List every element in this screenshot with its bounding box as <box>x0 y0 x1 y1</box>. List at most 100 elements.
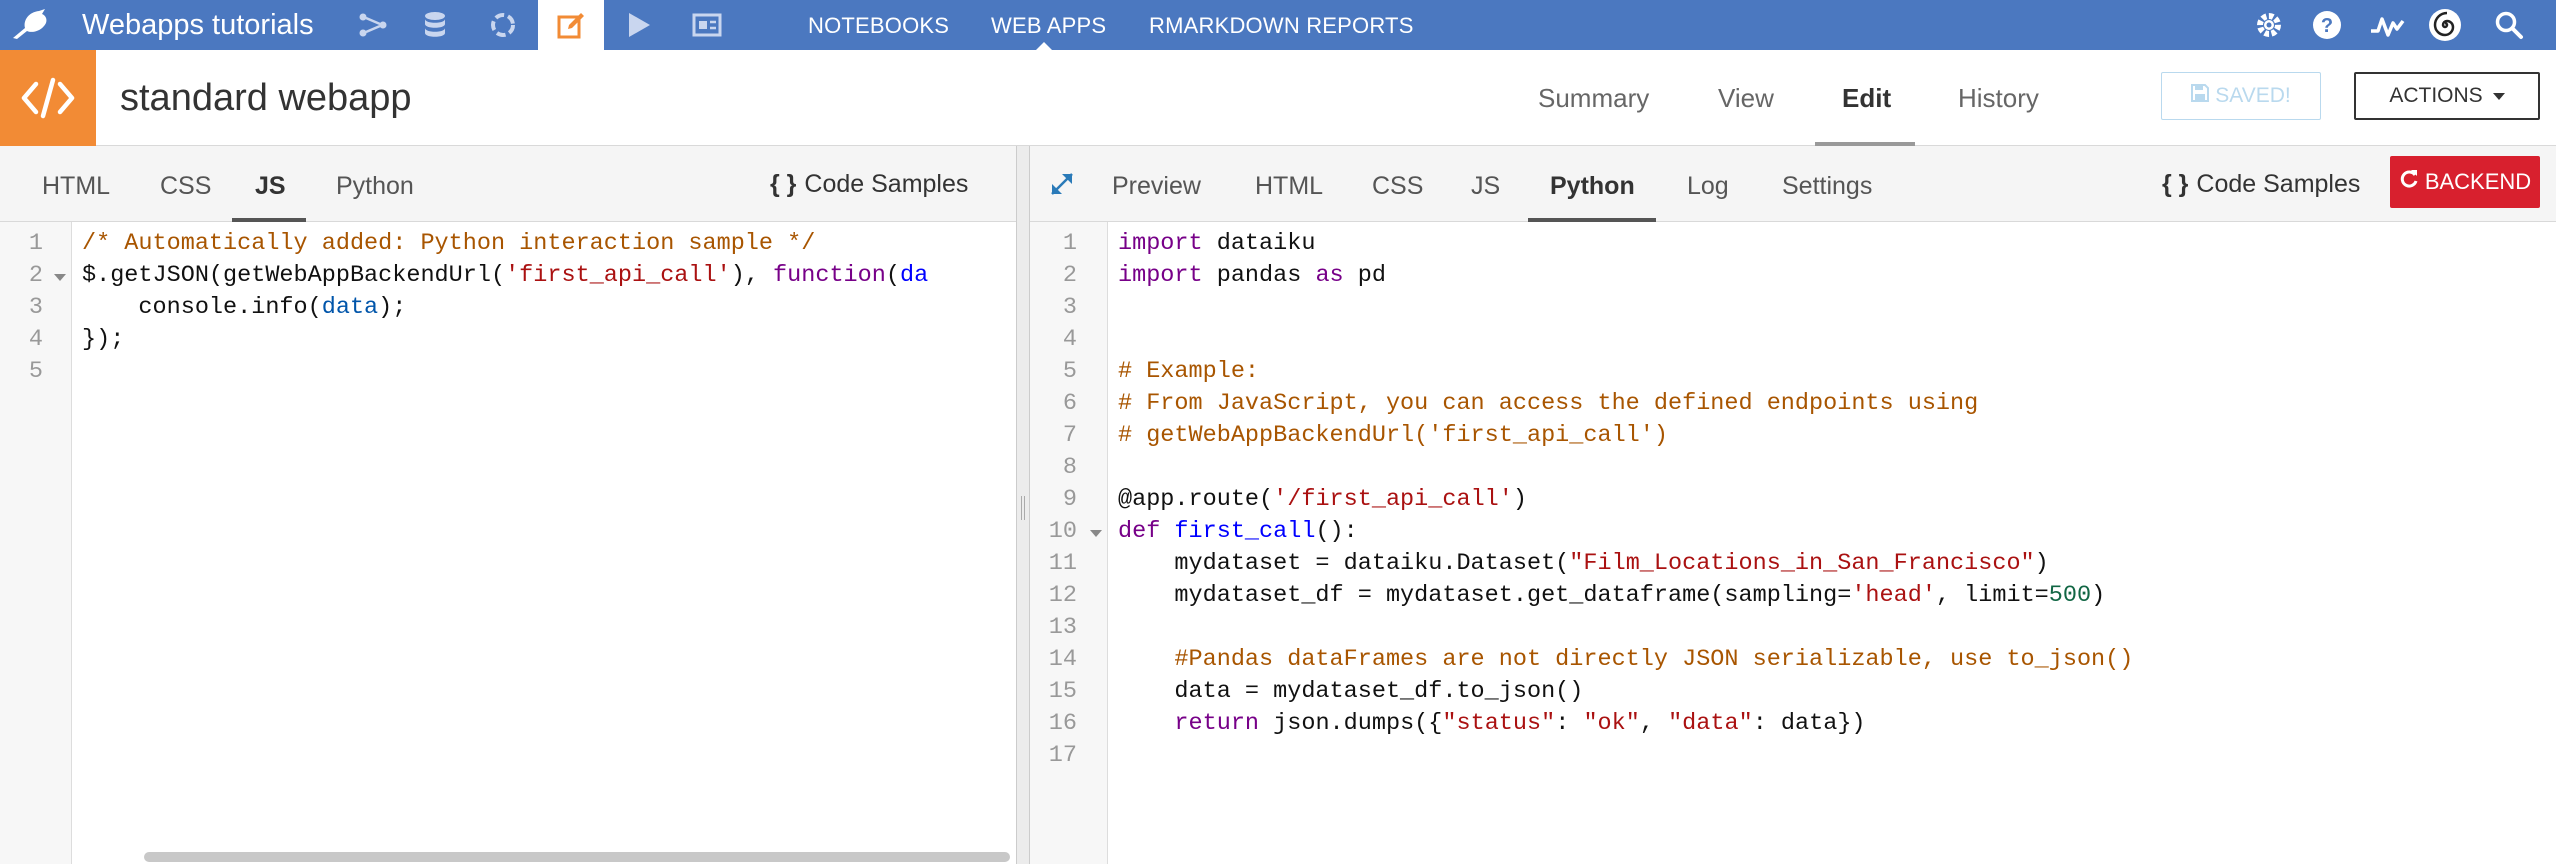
code-icon <box>0 50 96 146</box>
line-number: 4 <box>1062 326 1077 353</box>
line-number: 7 <box>1062 422 1077 449</box>
code-line: data = mydataset_df.to_json() <box>1118 678 1584 705</box>
flow-icon[interactable] <box>340 0 406 50</box>
code-line: # Example: <box>1118 358 1260 385</box>
right-tab-bar: Preview HTML CSS JS Python Log Settings … <box>1030 146 2556 222</box>
code-line: # From JavaScript, you can access the de… <box>1118 390 1979 417</box>
line-number: 8 <box>1062 454 1077 481</box>
right-tab-preview[interactable]: Preview <box>1112 146 1201 222</box>
project-title[interactable]: Webapps tutorials <box>82 0 314 50</box>
pane-splitter[interactable] <box>1016 146 1030 864</box>
python-line-gutter: 1 2 3 4 5 6 7 8 9 10 11 12 13 14 15 16 1… <box>1030 222 1108 864</box>
code-line: import dataiku <box>1118 230 1316 257</box>
menu-rmarkdown-reports[interactable]: RMARKDOWN REPORTS <box>1149 0 1414 50</box>
line-number: 2 <box>1062 262 1077 289</box>
webapp-name[interactable]: standard webapp <box>120 50 412 146</box>
code-samples-label: Code Samples <box>2196 170 2361 198</box>
left-tab-js[interactable]: JS <box>255 146 286 222</box>
actions-button[interactable]: ACTIONS <box>2354 72 2540 120</box>
python-code-editor[interactable]: 1 2 3 4 5 6 7 8 9 10 11 12 13 14 15 16 1… <box>1030 222 2556 864</box>
line-number: 11 <box>1048 550 1077 577</box>
line-number: 1 <box>1062 230 1077 257</box>
code-line: mydataset_df = mydataset.get_dataframe(s… <box>1118 582 2106 609</box>
code-line: mydataset = dataiku.Dataset("Film_Locati… <box>1118 550 2049 577</box>
object-header: standard webapp Summary View Edit Histor… <box>0 50 2556 146</box>
line-number: 6 <box>1062 390 1077 417</box>
braces-icon: { } <box>2162 170 2189 198</box>
line-number: 3 <box>28 294 43 321</box>
bird-logo-icon[interactable] <box>0 0 62 50</box>
right-code-samples-button[interactable]: { } Code Samples <box>2162 146 2360 222</box>
left-tab-css[interactable]: CSS <box>160 146 211 222</box>
horizontal-scrollbar[interactable] <box>144 852 1010 862</box>
line-number: 10 <box>1048 518 1077 545</box>
fold-arrow-icon[interactable] <box>1090 530 1102 537</box>
code-line: import pandas as pd <box>1118 262 1386 289</box>
js-line-gutter: 1 2 3 4 5 <box>0 222 72 864</box>
help-icon[interactable]: ? <box>2302 0 2352 50</box>
line-number: 1 <box>28 230 43 257</box>
refresh-icon <box>2399 169 2419 195</box>
code-line: $.getJSON(getWebAppBackendUrl('first_api… <box>82 262 929 289</box>
settings-gear-icon[interactable] <box>2244 0 2294 50</box>
floppy-icon <box>2191 84 2210 108</box>
js-code-editor[interactable]: 1 2 3 4 5 /* Automatically added: Python… <box>0 222 1016 864</box>
right-tab-settings[interactable]: Settings <box>1782 146 1872 222</box>
code-line: /* Automatically added: Python interacti… <box>82 230 816 257</box>
code-line: return json.dumps({"status": "ok", "data… <box>1174 710 1866 737</box>
actions-label: ACTIONS <box>2389 84 2483 107</box>
code-samples-label: Code Samples <box>804 170 969 198</box>
js-code-area[interactable]: /* Automatically added: Python interacti… <box>72 222 1016 864</box>
right-editor-pane: Preview HTML CSS JS Python Log Settings … <box>1030 146 2556 864</box>
tab-summary[interactable]: Summary <box>1538 50 1649 146</box>
backend-button[interactable]: BACKEND <box>2390 156 2540 208</box>
tab-view[interactable]: View <box>1718 50 1774 146</box>
right-tab-js[interactable]: JS <box>1471 146 1500 222</box>
python-code-area[interactable]: import dataiku import pandas as pd # Exa… <box>1108 222 2556 864</box>
saved-button[interactable]: SAVED! <box>2161 72 2321 120</box>
line-number: 14 <box>1048 646 1077 673</box>
left-editor-pane: HTML CSS JS Python { } Code Samples 1 2 3… <box>0 146 1016 864</box>
recipes-icon[interactable] <box>470 0 536 50</box>
line-number: 4 <box>28 326 43 353</box>
tab-edit[interactable]: Edit <box>1842 50 1891 146</box>
line-number: 9 <box>1062 486 1077 513</box>
line-number: 15 <box>1048 678 1077 705</box>
tab-history[interactable]: History <box>1958 50 2039 146</box>
backend-label: BACKEND <box>2424 169 2532 194</box>
line-number: 13 <box>1048 614 1077 641</box>
run-icon[interactable] <box>606 0 672 50</box>
code-line: console.info(data); <box>82 294 407 321</box>
spiral-icon[interactable] <box>2420 0 2470 50</box>
code-line: @app.route('/first_api_call') <box>1118 486 1527 513</box>
right-tab-css[interactable]: CSS <box>1372 146 1423 222</box>
code-line: #Pandas dataFrames are not directly JSON… <box>1118 646 2134 673</box>
notebooks-edit-icon[interactable] <box>538 0 604 50</box>
line-number: 3 <box>1062 294 1077 321</box>
search-icon[interactable] <box>2484 0 2534 50</box>
line-number: 5 <box>1062 358 1077 385</box>
expand-icon[interactable] <box>1044 166 1080 202</box>
top-navbar: Webapps tutorials NOTEBOOKS WEB APPS RMA… <box>0 0 2556 51</box>
left-tab-html[interactable]: HTML <box>42 146 110 222</box>
code-line: }); <box>82 326 125 353</box>
right-tab-python[interactable]: Python <box>1550 146 1635 222</box>
left-code-samples-button[interactable]: { } Code Samples <box>770 146 968 222</box>
right-tab-log[interactable]: Log <box>1687 146 1729 222</box>
svg-text:?: ? <box>2321 15 2333 37</box>
line-number: 16 <box>1048 710 1077 737</box>
activity-icon[interactable] <box>2362 0 2412 50</box>
line-number: 12 <box>1048 582 1077 609</box>
left-tab-python[interactable]: Python <box>336 146 414 222</box>
fold-arrow-icon[interactable] <box>54 274 66 281</box>
splitter-grip <box>1021 496 1025 520</box>
menu-notebooks[interactable]: NOTEBOOKS <box>808 0 949 50</box>
line-number: 5 <box>28 358 43 385</box>
chevron-down-icon <box>2492 92 2505 100</box>
dashboard-icon[interactable] <box>674 0 740 50</box>
datasets-icon[interactable] <box>402 0 468 50</box>
right-tab-html[interactable]: HTML <box>1255 146 1323 222</box>
line-number: 2 <box>28 262 43 289</box>
code-line: # getWebAppBackendUrl('first_api_call') <box>1118 422 1668 449</box>
left-tab-bar: HTML CSS JS Python { } Code Samples <box>0 146 1016 222</box>
